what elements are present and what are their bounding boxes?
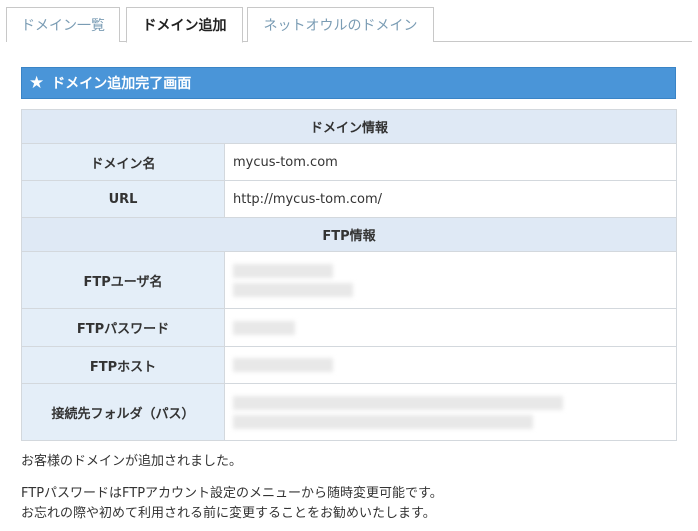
remote-folder-value <box>224 383 677 441</box>
ftp-password-value <box>224 308 677 347</box>
note-ftp-password-change: FTPパスワードはFTPアカウント設定のメニューから随時変更可能です。 <box>21 486 443 501</box>
star-icon: ★ <box>29 72 45 93</box>
tab-domain-list[interactable]: ドメイン一覧 <box>6 7 120 42</box>
note-change-recommendation: お忘れの際や初めて利用される前に変更することをお勧めいたします。 <box>21 506 436 521</box>
url-label: URL <box>21 180 225 218</box>
domain-name-label: ドメイン名 <box>21 143 225 181</box>
domain-info-table: ドメイン情報 ドメイン名 mycus-tom.com URL http://my… <box>21 109 677 441</box>
panel-title: ドメイン追加完了画面 <box>51 76 192 92</box>
ftp-username-label: FTPユーザ名 <box>21 251 225 309</box>
note-domain-added: お客様のドメインが追加されました。 <box>21 454 243 469</box>
ftp-host-value <box>224 346 677 384</box>
ftp-password-label: FTPパスワード <box>21 308 225 347</box>
remote-folder-label: 接続先フォルダ（パス） <box>21 383 225 441</box>
tab-netowl-domains[interactable]: ネットオウルのドメイン <box>247 7 434 42</box>
ftp-username-value <box>224 251 677 309</box>
completion-notes: お客様のドメインが追加されました。 FTPパスワードはFTPアカウント設定のメニ… <box>21 452 443 524</box>
ftp-host-label: FTPホスト <box>21 346 225 384</box>
domain-info-heading: ドメイン情報 <box>21 109 677 144</box>
tab-bar: ドメイン一覧 ドメイン追加 ネットオウルのドメイン <box>6 7 692 43</box>
ftp-info-heading: FTP情報 <box>21 217 677 252</box>
panel-title-bar: ★ ドメイン追加完了画面 <box>21 67 676 99</box>
url-value: http://mycus-tom.com/ <box>224 180 677 218</box>
tab-domain-add[interactable]: ドメイン追加 <box>126 7 243 43</box>
domain-name-value: mycus-tom.com <box>224 143 677 181</box>
